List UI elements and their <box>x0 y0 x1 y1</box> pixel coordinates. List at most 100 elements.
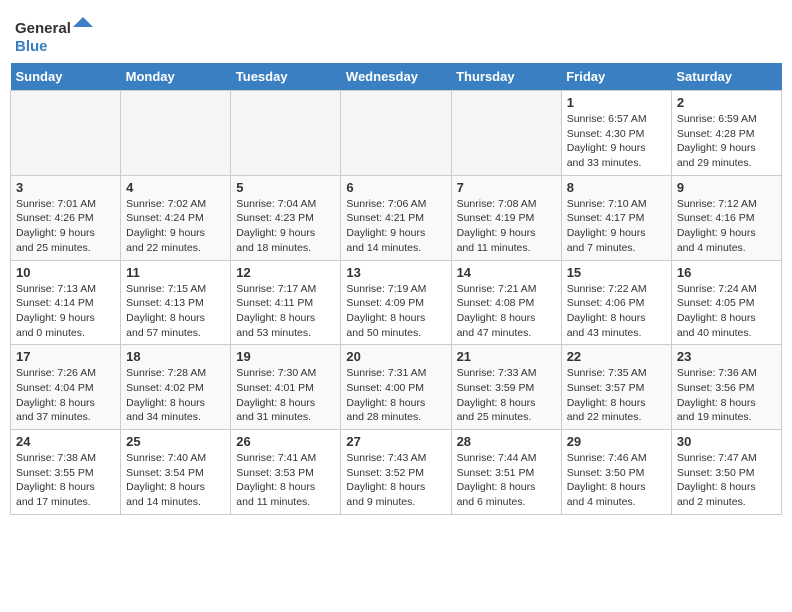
calendar-day-cell: 27Sunrise: 7:43 AM Sunset: 3:52 PM Dayli… <box>341 430 451 515</box>
calendar-day-cell: 3Sunrise: 7:01 AM Sunset: 4:26 PM Daylig… <box>11 175 121 260</box>
day-number: 30 <box>677 434 776 449</box>
day-info: Sunrise: 7:44 AM Sunset: 3:51 PM Dayligh… <box>457 451 556 510</box>
calendar-day-cell: 5Sunrise: 7:04 AM Sunset: 4:23 PM Daylig… <box>231 175 341 260</box>
calendar-table: SundayMondayTuesdayWednesdayThursdayFrid… <box>10 63 782 515</box>
day-info: Sunrise: 7:33 AM Sunset: 3:59 PM Dayligh… <box>457 366 556 425</box>
calendar-day-cell <box>231 91 341 176</box>
day-info: Sunrise: 7:08 AM Sunset: 4:19 PM Dayligh… <box>457 197 556 256</box>
calendar-day-cell: 6 Sunrise: 7:06 AM Sunset: 4:21 PM Daylig… <box>341 175 451 260</box>
calendar-header-row: SundayMondayTuesdayWednesdayThursdayFrid… <box>11 63 782 91</box>
day-number: 4 <box>126 180 225 195</box>
weekday-header: Friday <box>561 63 671 91</box>
day-info: Sunrise: 7:12 AM Sunset: 4:16 PM Dayligh… <box>677 197 776 256</box>
calendar-week-row: 1 Sunrise: 6:57 AM Sunset: 4:30 PM Daylig… <box>11 91 782 176</box>
day-number: 15 <box>567 265 666 280</box>
logo: General Blue <box>15 15 105 55</box>
day-info: Sunrise: 6:57 AM Sunset: 4:30 PM Dayligh… <box>567 112 666 171</box>
day-info: Sunrise: 7:26 AM Sunset: 4:04 PM Dayligh… <box>16 366 115 425</box>
day-number: 23 <box>677 349 776 364</box>
day-info: Sunrise: 7:06 AM Sunset: 4:21 PM Dayligh… <box>346 197 445 256</box>
calendar-day-cell: 29Sunrise: 7:46 AM Sunset: 3:50 PM Dayli… <box>561 430 671 515</box>
day-number: 12 <box>236 265 335 280</box>
day-info: Sunrise: 7:31 AM Sunset: 4:00 PM Dayligh… <box>346 366 445 425</box>
calendar-day-cell: 13 Sunrise: 7:19 AM Sunset: 4:09 PM Dayli… <box>341 260 451 345</box>
calendar-day-cell: 21 Sunrise: 7:33 AM Sunset: 3:59 PM Dayli… <box>451 345 561 430</box>
page-header: General Blue <box>10 10 782 55</box>
calendar-day-cell: 4 Sunrise: 7:02 AM Sunset: 4:24 PM Daylig… <box>121 175 231 260</box>
day-number: 7 <box>457 180 556 195</box>
calendar-week-row: 17Sunrise: 7:26 AM Sunset: 4:04 PM Dayli… <box>11 345 782 430</box>
day-number: 2 <box>677 95 776 110</box>
day-number: 10 <box>16 265 115 280</box>
day-info: Sunrise: 7:15 AM Sunset: 4:13 PM Dayligh… <box>126 282 225 341</box>
calendar-day-cell: 30 Sunrise: 7:47 AM Sunset: 3:50 PM Dayli… <box>671 430 781 515</box>
weekday-header: Sunday <box>11 63 121 91</box>
svg-text:Blue: Blue <box>15 38 48 55</box>
day-number: 5 <box>236 180 335 195</box>
day-info: Sunrise: 7:47 AM Sunset: 3:50 PM Dayligh… <box>677 451 776 510</box>
day-number: 18 <box>126 349 225 364</box>
day-number: 19 <box>236 349 335 364</box>
calendar-body: 1 Sunrise: 6:57 AM Sunset: 4:30 PM Daylig… <box>11 91 782 515</box>
calendar-day-cell: 9 Sunrise: 7:12 AM Sunset: 4:16 PM Daylig… <box>671 175 781 260</box>
day-info: Sunrise: 7:21 AM Sunset: 4:08 PM Dayligh… <box>457 282 556 341</box>
day-info: Sunrise: 7:28 AM Sunset: 4:02 PM Dayligh… <box>126 366 225 425</box>
calendar-day-cell: 14 Sunrise: 7:21 AM Sunset: 4:08 PM Dayli… <box>451 260 561 345</box>
day-info: Sunrise: 7:01 AM Sunset: 4:26 PM Dayligh… <box>16 197 115 256</box>
day-info: Sunrise: 7:22 AM Sunset: 4:06 PM Dayligh… <box>567 282 666 341</box>
day-number: 22 <box>567 349 666 364</box>
calendar-day-cell: 25Sunrise: 7:40 AM Sunset: 3:54 PM Dayli… <box>121 430 231 515</box>
calendar-day-cell <box>341 91 451 176</box>
calendar-day-cell: 24Sunrise: 7:38 AM Sunset: 3:55 PM Dayli… <box>11 430 121 515</box>
calendar-day-cell: 20 Sunrise: 7:31 AM Sunset: 4:00 PM Dayli… <box>341 345 451 430</box>
day-number: 14 <box>457 265 556 280</box>
day-number: 21 <box>457 349 556 364</box>
calendar-day-cell: 12 Sunrise: 7:17 AM Sunset: 4:11 PM Dayli… <box>231 260 341 345</box>
calendar-week-row: 3Sunrise: 7:01 AM Sunset: 4:26 PM Daylig… <box>11 175 782 260</box>
day-number: 6 <box>346 180 445 195</box>
day-number: 13 <box>346 265 445 280</box>
calendar-day-cell: 23 Sunrise: 7:36 AM Sunset: 3:56 PM Dayli… <box>671 345 781 430</box>
calendar-day-cell: 11 Sunrise: 7:15 AM Sunset: 4:13 PM Dayli… <box>121 260 231 345</box>
day-info: Sunrise: 7:41 AM Sunset: 3:53 PM Dayligh… <box>236 451 335 510</box>
day-number: 26 <box>236 434 335 449</box>
calendar-day-cell <box>11 91 121 176</box>
logo-svg: General Blue <box>15 15 105 55</box>
weekday-header: Tuesday <box>231 63 341 91</box>
calendar-week-row: 24Sunrise: 7:38 AM Sunset: 3:55 PM Dayli… <box>11 430 782 515</box>
calendar-day-cell: 10 Sunrise: 7:13 AM Sunset: 4:14 PM Dayli… <box>11 260 121 345</box>
day-number: 16 <box>677 265 776 280</box>
calendar-day-cell: 19Sunrise: 7:30 AM Sunset: 4:01 PM Dayli… <box>231 345 341 430</box>
day-number: 11 <box>126 265 225 280</box>
day-number: 9 <box>677 180 776 195</box>
day-info: Sunrise: 7:35 AM Sunset: 3:57 PM Dayligh… <box>567 366 666 425</box>
calendar-week-row: 10 Sunrise: 7:13 AM Sunset: 4:14 PM Dayli… <box>11 260 782 345</box>
day-info: Sunrise: 7:36 AM Sunset: 3:56 PM Dayligh… <box>677 366 776 425</box>
day-number: 1 <box>567 95 666 110</box>
day-number: 29 <box>567 434 666 449</box>
day-info: Sunrise: 7:43 AM Sunset: 3:52 PM Dayligh… <box>346 451 445 510</box>
weekday-header: Saturday <box>671 63 781 91</box>
calendar-day-cell: 22 Sunrise: 7:35 AM Sunset: 3:57 PM Dayli… <box>561 345 671 430</box>
day-number: 28 <box>457 434 556 449</box>
calendar-day-cell: 8 Sunrise: 7:10 AM Sunset: 4:17 PM Daylig… <box>561 175 671 260</box>
day-number: 20 <box>346 349 445 364</box>
calendar-day-cell: 17Sunrise: 7:26 AM Sunset: 4:04 PM Dayli… <box>11 345 121 430</box>
day-info: Sunrise: 7:10 AM Sunset: 4:17 PM Dayligh… <box>567 197 666 256</box>
day-info: Sunrise: 7:17 AM Sunset: 4:11 PM Dayligh… <box>236 282 335 341</box>
weekday-header: Thursday <box>451 63 561 91</box>
day-info: Sunrise: 7:13 AM Sunset: 4:14 PM Dayligh… <box>16 282 115 341</box>
calendar-day-cell: 18 Sunrise: 7:28 AM Sunset: 4:02 PM Dayli… <box>121 345 231 430</box>
weekday-header: Monday <box>121 63 231 91</box>
calendar-day-cell <box>451 91 561 176</box>
calendar-day-cell: 1 Sunrise: 6:57 AM Sunset: 4:30 PM Daylig… <box>561 91 671 176</box>
day-info: Sunrise: 7:19 AM Sunset: 4:09 PM Dayligh… <box>346 282 445 341</box>
calendar-day-cell: 28 Sunrise: 7:44 AM Sunset: 3:51 PM Dayli… <box>451 430 561 515</box>
calendar-day-cell <box>121 91 231 176</box>
day-info: Sunrise: 7:02 AM Sunset: 4:24 PM Dayligh… <box>126 197 225 256</box>
calendar-day-cell: 26 Sunrise: 7:41 AM Sunset: 3:53 PM Dayli… <box>231 430 341 515</box>
day-number: 8 <box>567 180 666 195</box>
day-info: Sunrise: 7:24 AM Sunset: 4:05 PM Dayligh… <box>677 282 776 341</box>
calendar-day-cell: 2Sunrise: 6:59 AM Sunset: 4:28 PM Daylig… <box>671 91 781 176</box>
calendar-day-cell: 16 Sunrise: 7:24 AM Sunset: 4:05 PM Dayli… <box>671 260 781 345</box>
